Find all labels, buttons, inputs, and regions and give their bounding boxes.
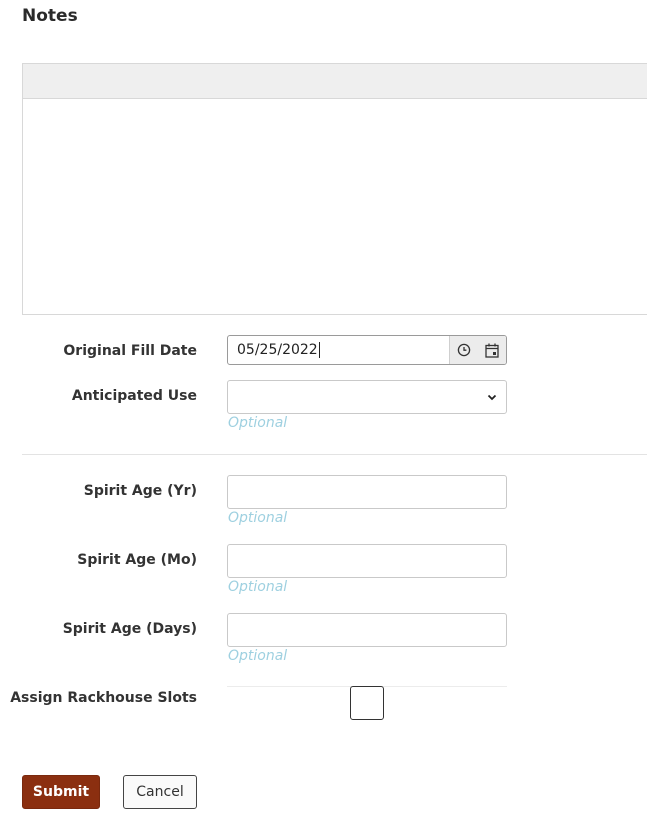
spirit-age-days-hint: Optional bbox=[228, 648, 288, 664]
anticipated-use-select[interactable] bbox=[227, 380, 507, 414]
spirit-age-yr-input[interactable] bbox=[227, 475, 507, 509]
spirit-age-yr-hint: Optional bbox=[228, 510, 288, 526]
spirit-age-days-label: Spirit Age (Days) bbox=[62, 621, 197, 637]
original-fill-date-value[interactable]: 05/25/2022 bbox=[228, 336, 449, 364]
cancel-button[interactable]: Cancel bbox=[123, 775, 197, 809]
divider bbox=[22, 454, 647, 455]
chevron-down-icon bbox=[487, 394, 497, 401]
spirit-age-days-input[interactable] bbox=[227, 613, 507, 647]
spirit-age-mo-input[interactable] bbox=[227, 544, 507, 578]
submit-button[interactable]: Submit bbox=[22, 775, 100, 809]
spirit-age-yr-label: Spirit Age (Yr) bbox=[83, 483, 197, 499]
assign-rackhouse-slots-label: Assign Rackhouse Slots bbox=[10, 690, 197, 706]
assign-rackhouse-slots-checkbox[interactable] bbox=[350, 686, 384, 720]
notes-toolbar bbox=[23, 64, 647, 99]
notes-editor[interactable] bbox=[22, 63, 647, 315]
spirit-age-mo-hint: Optional bbox=[228, 579, 288, 595]
anticipated-use-label: Anticipated Use bbox=[71, 388, 197, 404]
date-picker-buttons bbox=[449, 336, 506, 364]
spirit-age-mo-label: Spirit Age (Mo) bbox=[77, 552, 197, 568]
clock-icon[interactable] bbox=[452, 338, 476, 362]
original-fill-date-label: Original Fill Date bbox=[63, 343, 197, 359]
anticipated-use-hint: Optional bbox=[228, 415, 288, 431]
notes-title: Notes bbox=[22, 6, 78, 26]
original-fill-date-input[interactable]: 05/25/2022 bbox=[227, 335, 507, 365]
calendar-icon[interactable] bbox=[480, 338, 504, 362]
